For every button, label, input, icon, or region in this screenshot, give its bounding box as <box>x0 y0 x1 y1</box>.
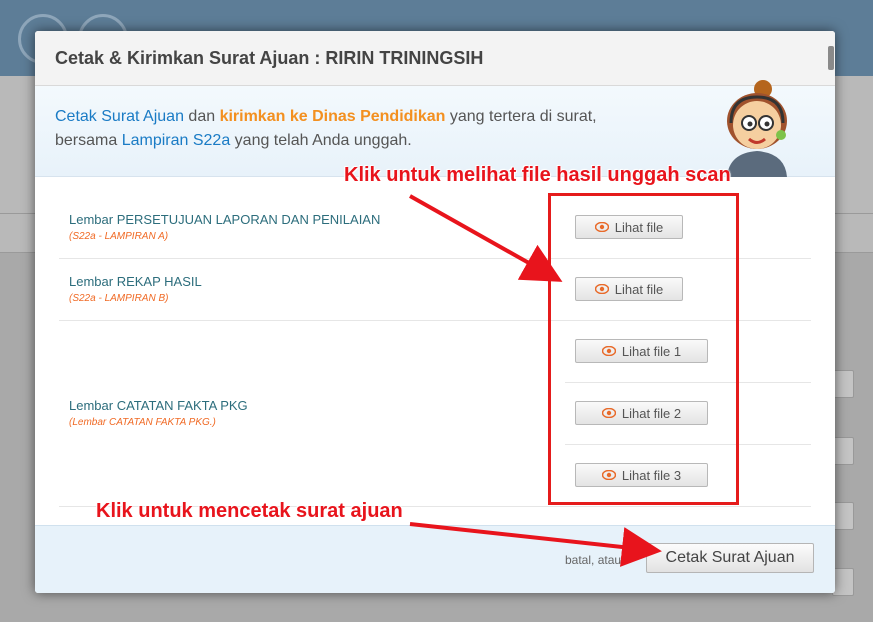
annotation-arrow-print <box>409 522 662 567</box>
annotation-print-letter: Klik untuk mencetak surat ajuan <box>96 500 403 522</box>
annotation-arrows <box>409 194 662 567</box>
annotation-arrow-files <box>409 194 563 282</box>
annotation-view-files: Klik untuk melihat file hasil unggah sca… <box>344 164 731 186</box>
